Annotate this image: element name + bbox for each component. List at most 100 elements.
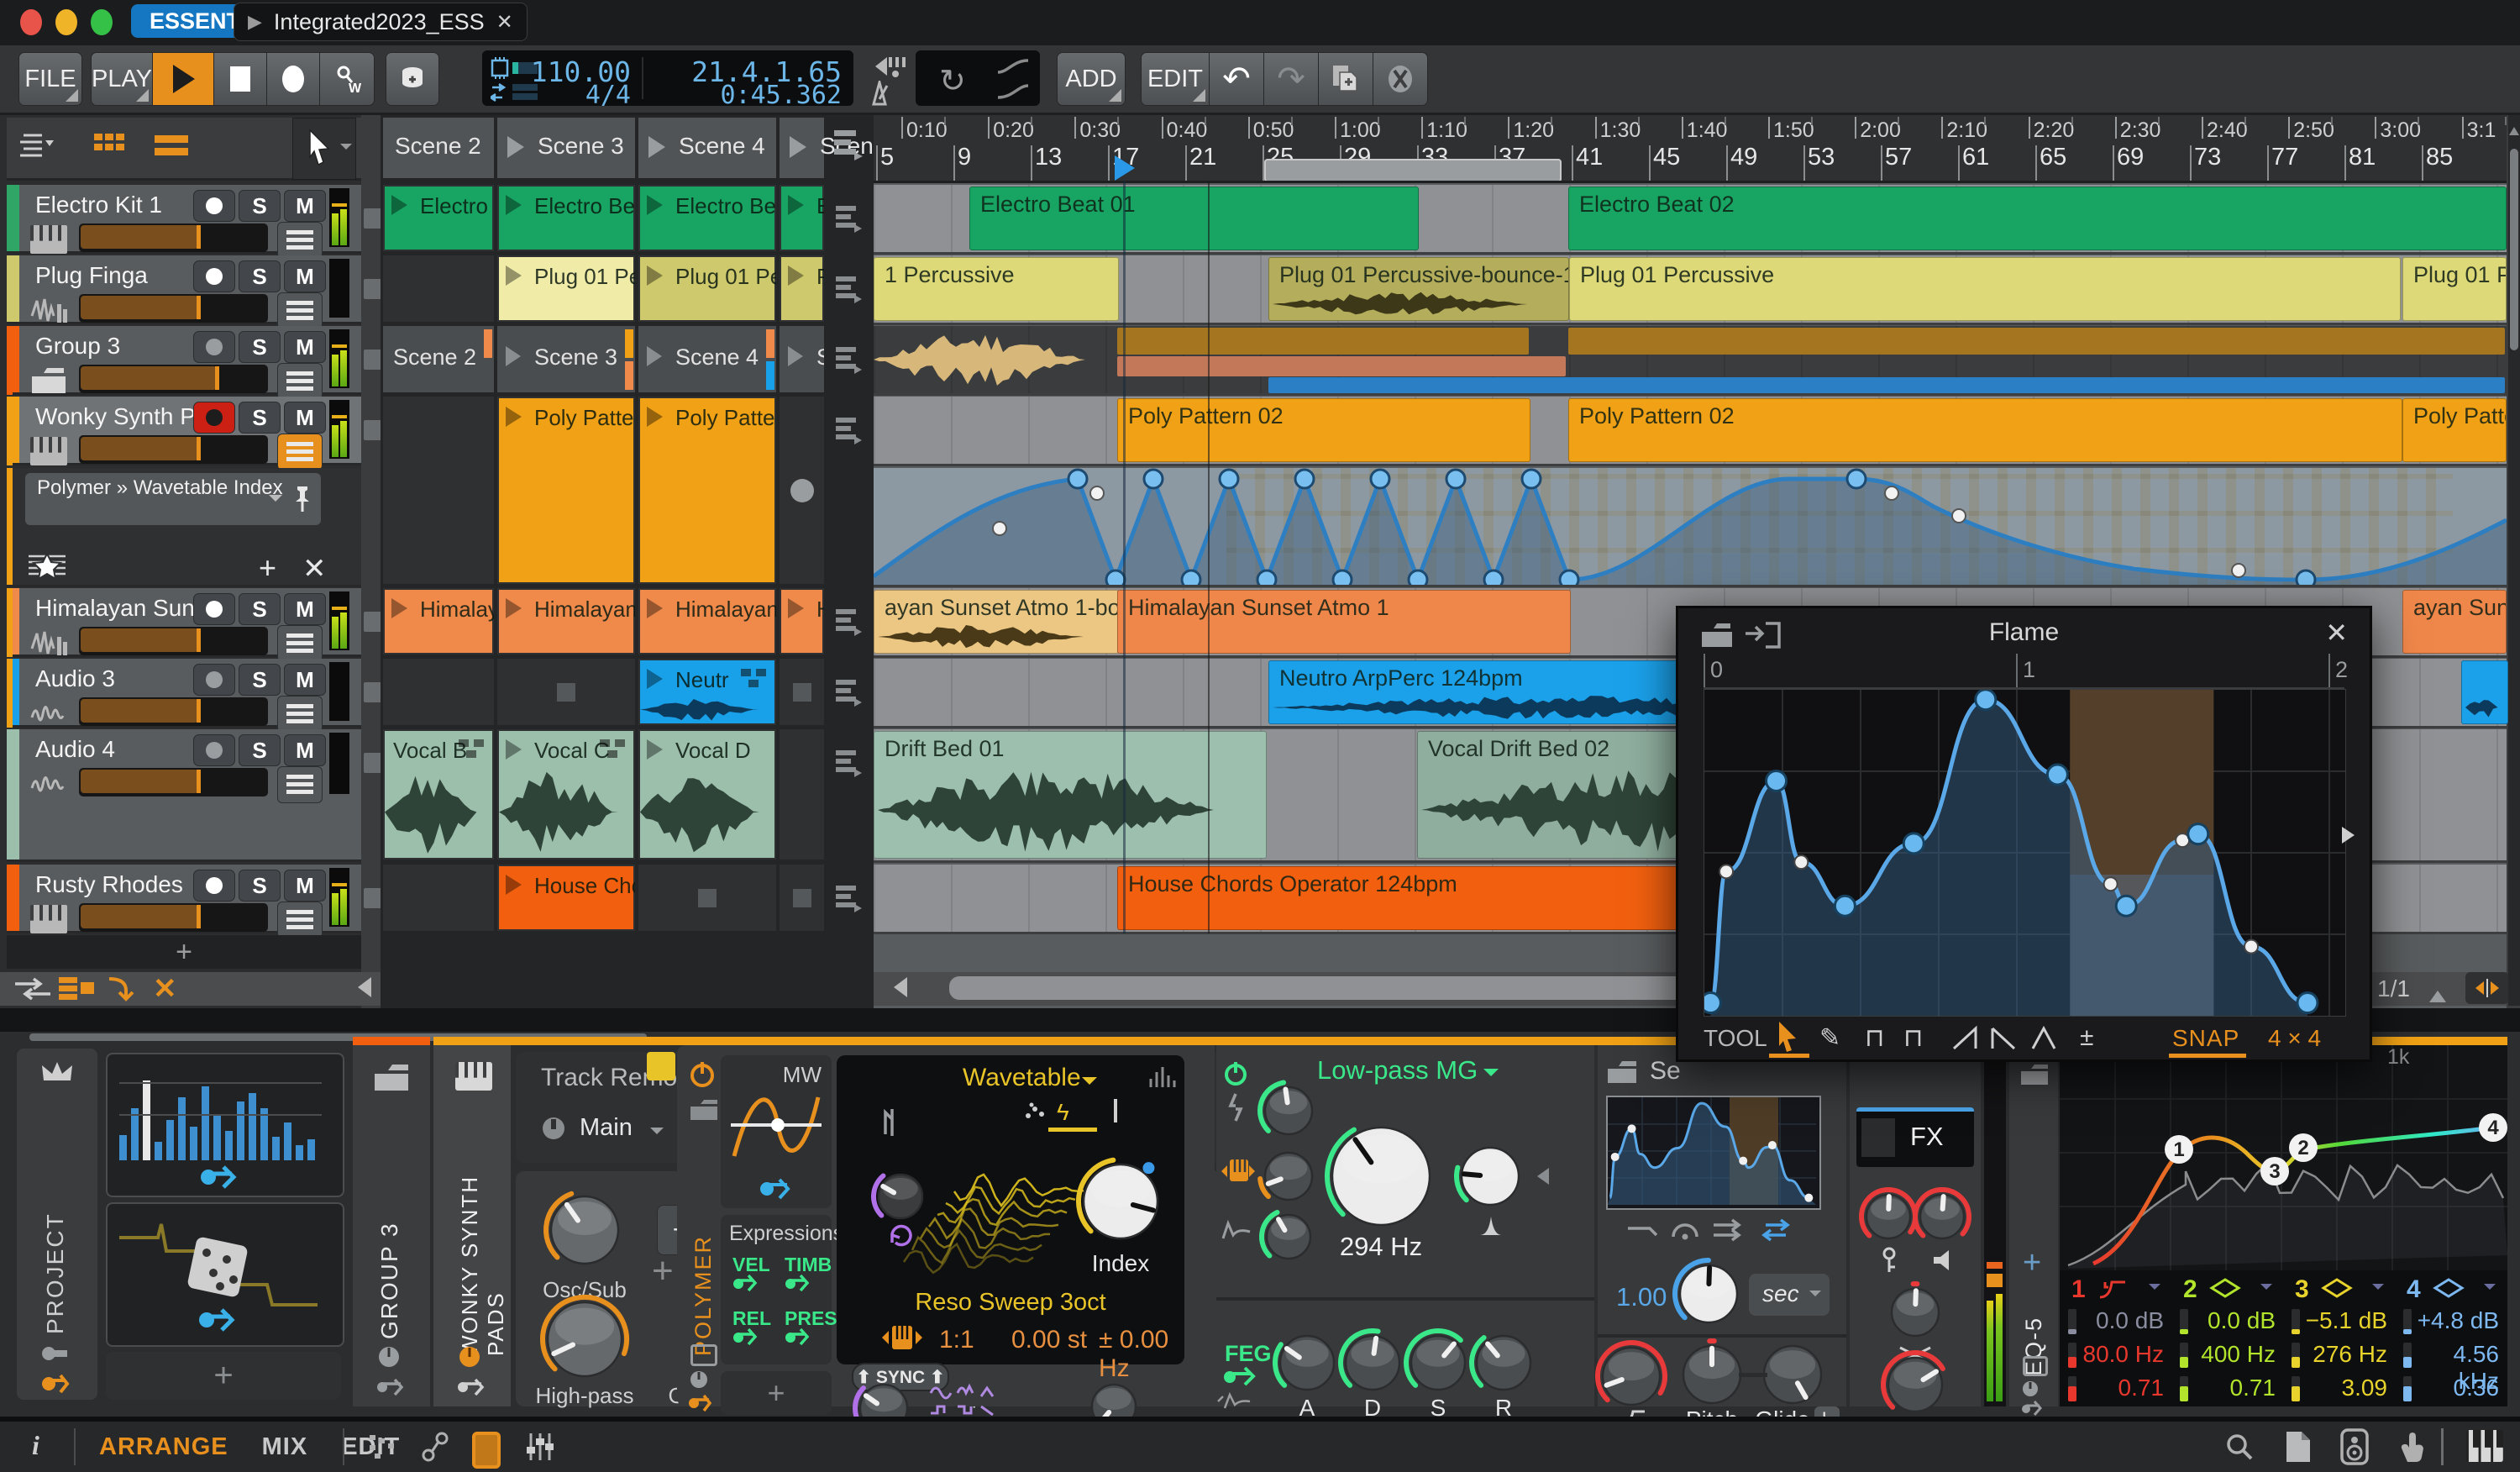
group-midi-strip[interactable] <box>1568 328 2505 355</box>
eq-band-caret[interactable] <box>2372 1284 2384 1296</box>
lowpass-title[interactable]: Low-pass MG <box>1317 1055 1478 1086</box>
clip-slot[interactable]: Himalayan <box>497 588 638 658</box>
track-header[interactable]: Rusty Rhodes S M <box>7 865 361 938</box>
launcher-clip[interactable]: Plug 01 Per <box>499 257 635 320</box>
snap-label[interactable]: SNAP <box>2172 1025 2239 1052</box>
pitch-keys-icon[interactable] <box>880 1322 924 1353</box>
flame-close-button[interactable]: ✕ <box>2325 617 2348 649</box>
track-menu-button[interactable] <box>277 625 323 662</box>
wavetable-preset-name[interactable]: Reso Sweep 3oct <box>837 1289 1184 1317</box>
eq-band-db-value[interactable]: 0.0 dB <box>2075 1307 2164 1334</box>
traffic-min-button[interactable] <box>55 9 77 35</box>
arranger-clip[interactable]: ayan Sunset Atmo 1-bounce-1 <box>874 590 1119 654</box>
latch-badge[interactable]: L <box>1814 1406 1840 1417</box>
fade-out-icon[interactable] <box>996 82 1030 101</box>
volume-fader[interactable] <box>79 294 268 323</box>
mseg-rate-value[interactable]: 1.00 <box>1616 1282 1667 1312</box>
clip-slot[interactable]: Electro Bea <box>780 185 827 255</box>
mod-route-icon[interactable] <box>759 1178 796 1200</box>
redo-button[interactable]: ↷ <box>1263 52 1319 106</box>
piano-keys-icon[interactable] <box>2466 1430 2503 1462</box>
track-header[interactable]: Audio 4 SM <box>7 729 361 862</box>
launcher-clip[interactable]: Electro Bea <box>385 187 494 250</box>
zoom-up-arrow[interactable] <box>2429 982 2446 1002</box>
add-button[interactable]: ADD <box>1057 52 1126 106</box>
ramp-down-tool-icon[interactable] <box>1991 1027 2016 1050</box>
vertical-scrollbar[interactable] <box>2508 115 2520 1006</box>
loop-icon[interactable]: ↻ <box>939 62 966 100</box>
touch-icon[interactable] <box>2396 1430 2426 1464</box>
launcher-clip[interactable]: Himalayan <box>781 590 824 653</box>
launcher-clip[interactable]: Himalayan <box>385 590 494 653</box>
fade-in-icon[interactable] <box>996 57 1030 76</box>
step-tool-icon[interactable]: ⊓ <box>1865 1023 1884 1053</box>
project-thumb-modulator[interactable] <box>106 1053 344 1197</box>
track-header[interactable]: Himalayan Sunset S M <box>7 588 361 662</box>
loop-region[interactable] <box>1264 159 1562 181</box>
volume-fader[interactable] <box>79 435 268 464</box>
pencil-tool-icon[interactable]: ✎ <box>1819 1023 1840 1053</box>
volume-fader[interactable] <box>79 768 268 796</box>
index-knob[interactable] <box>1075 1156 1166 1247</box>
launcher-clip[interactable]: Electro Bea <box>499 187 635 250</box>
scene-header[interactable]: Scene 2 <box>383 118 497 178</box>
plusminus-tool-icon[interactable]: ± <box>2080 1023 2093 1052</box>
arranger-clip[interactable]: 1 Percussive <box>874 257 1119 321</box>
arranger-clip[interactable]: Electro Beat 02 <box>1568 187 2507 250</box>
record-arm-button[interactable] <box>193 593 235 625</box>
project-tab[interactable]: ▶ Integrated2023_ESS ✕ <box>234 3 528 41</box>
clear-icon[interactable]: ✕ <box>153 972 177 1006</box>
track-header[interactable]: Audio 3 SM <box>7 659 361 733</box>
add-device-button[interactable]: + <box>652 1250 674 1292</box>
cancel-button[interactable] <box>1373 52 1428 106</box>
triangle-tool-icon[interactable] <box>2031 1025 2056 1050</box>
group-scene-cell[interactable]: Scene 3 <box>497 326 635 392</box>
mseg-unit-select[interactable]: sec <box>1749 1274 1830 1316</box>
expression-slot-label[interactable]: PRES <box>785 1307 837 1330</box>
clip-slot[interactable]: Vocal D <box>638 729 780 863</box>
clip-row-menu-icon[interactable] <box>836 609 866 638</box>
clip-row-menu-icon[interactable] <box>836 276 866 305</box>
timesig-value[interactable]: 4/4 <box>585 81 631 110</box>
mute-button[interactable]: M <box>284 402 326 434</box>
view-tab-arrange[interactable]: ARRANGE <box>99 1422 228 1472</box>
solo-button[interactable]: S <box>239 593 281 625</box>
feg-s-knob[interactable] <box>1403 1327 1473 1398</box>
eq5-display[interactable]: 1 2 3 4 1k 1 0.0 dB 80.0 Hz 0.71 2 0.0 dB 400 Hz 0.7… <box>2060 1045 2507 1406</box>
arranger-clip[interactable]: ayan Sunset A <box>2402 590 2507 654</box>
knob-mini-icon[interactable] <box>689 1369 714 1390</box>
record-arm-button[interactable] <box>193 734 235 766</box>
eq-band-q-value[interactable]: 0.71 <box>2187 1375 2276 1401</box>
launcher-clip[interactable]: Poly Patter <box>499 398 635 582</box>
follow-icon[interactable] <box>106 975 139 1002</box>
polymer-add-slot[interactable]: + <box>721 1371 832 1415</box>
arranger-clip[interactable]: Plug 01 Percussive <box>1569 257 2401 321</box>
folder-icon[interactable] <box>689 1097 719 1121</box>
clip-slot[interactable] <box>780 397 827 587</box>
clip-row-menu-icon[interactable] <box>836 418 866 446</box>
launcher-clip[interactable]: Electro Bea <box>640 187 776 250</box>
modwheel-panel[interactable]: MW <box>721 1055 832 1208</box>
track-header[interactable]: Plug Finga S M <box>7 255 361 329</box>
eq-band-q-value[interactable]: 0.36 <box>2410 1375 2500 1401</box>
clip-slot[interactable] <box>497 659 638 728</box>
record-arm-button[interactable] <box>193 190 235 222</box>
group-scene-cell[interactable]: Scene 4 <box>638 326 776 392</box>
group-scene-cell[interactable]: Scene 2 <box>383 326 494 392</box>
arranger-clip[interactable]: Electro Beat 01 <box>969 187 1419 250</box>
launcher-clip[interactable]: Vocal D <box>640 731 774 858</box>
spectrum-mini-icon[interactable] <box>1149 1065 1178 1087</box>
eq-band-q-value[interactable]: 0.71 <box>2075 1375 2165 1401</box>
metronome-icon[interactable] <box>865 81 894 106</box>
mute-button[interactable]: M <box>284 734 326 766</box>
record-arm-button[interactable] <box>193 664 235 696</box>
scene-header[interactable]: Scene 3 <box>497 118 638 178</box>
launcher-clip[interactable]: Himalayan <box>640 590 776 653</box>
eq-band-shape-icon[interactable] <box>2321 1277 2353 1299</box>
mute-button[interactable]: M <box>284 331 326 363</box>
clip-slot[interactable]: Scene 4 <box>638 326 780 396</box>
arranger-clip[interactable]: Poly Pattern 02 <box>1117 398 1530 462</box>
undo-button[interactable]: ↶ <box>1209 52 1264 106</box>
layout-list-icon[interactable] <box>59 975 96 1002</box>
automation-star-icon[interactable] <box>29 551 72 581</box>
